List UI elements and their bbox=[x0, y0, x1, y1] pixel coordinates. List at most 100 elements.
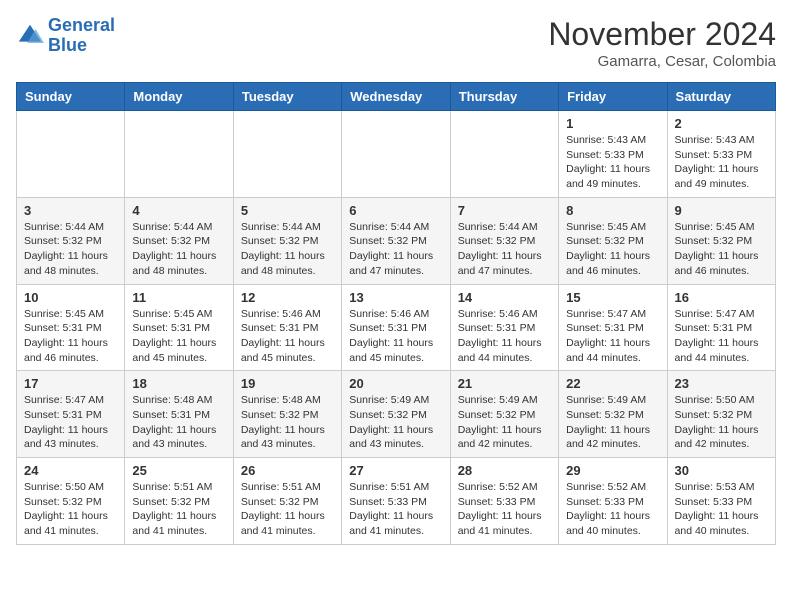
calendar-cell: 30 Sunrise: 5:53 AM Sunset: 5:33 PM Dayli… bbox=[667, 458, 775, 545]
calendar-cell: 28 Sunrise: 5:52 AM Sunset: 5:33 PM Dayli… bbox=[450, 458, 558, 545]
calendar-cell: 26 Sunrise: 5:51 AM Sunset: 5:32 PM Dayli… bbox=[233, 458, 341, 545]
calendar-cell: 12Sunrise: 5:46 AM Sunset: 5:31 PM Dayli… bbox=[233, 284, 341, 371]
day-number: 1 bbox=[566, 116, 659, 131]
day-number: 3 bbox=[24, 203, 117, 218]
day-number: 28 bbox=[458, 463, 551, 478]
weekday-header-sunday: Sunday bbox=[17, 83, 125, 111]
day-info: Sunrise: 5:44 AM Sunset: 5:32 PM Dayligh… bbox=[24, 220, 117, 279]
day-info: Sunrise: 5:47 AM Sunset: 5:31 PM Dayligh… bbox=[566, 307, 659, 366]
day-number: 27 bbox=[349, 463, 442, 478]
day-info: Sunrise: 5:53 AM Sunset: 5:33 PM Dayligh… bbox=[675, 480, 768, 539]
day-number: 17 bbox=[24, 376, 117, 391]
calendar-cell: 14 Sunrise: 5:46 AM Sunset: 5:31 PM Dayli… bbox=[450, 284, 558, 371]
logo-icon bbox=[16, 22, 44, 50]
calendar-cell: 15Sunrise: 5:47 AM Sunset: 5:31 PM Dayli… bbox=[559, 284, 667, 371]
calendar-cell: 7 Sunrise: 5:44 AM Sunset: 5:32 PM Daylig… bbox=[450, 197, 558, 284]
calendar-week-5: 24 Sunrise: 5:50 AM Sunset: 5:32 PM Dayli… bbox=[17, 458, 776, 545]
logo-line1: General bbox=[48, 15, 115, 35]
day-info: Sunrise: 5:43 AM Sunset: 5:33 PM Dayligh… bbox=[566, 133, 659, 192]
calendar-cell: 27 Sunrise: 5:51 AM Sunset: 5:33 PM Dayli… bbox=[342, 458, 450, 545]
calendar-week-4: 17 Sunrise: 5:47 AM Sunset: 5:31 PM Dayli… bbox=[17, 371, 776, 458]
calendar-cell bbox=[125, 111, 233, 198]
logo-text: General Blue bbox=[48, 16, 115, 56]
day-info: Sunrise: 5:46 AM Sunset: 5:31 PM Dayligh… bbox=[458, 307, 551, 366]
calendar-cell: 13Sunrise: 5:46 AM Sunset: 5:31 PM Dayli… bbox=[342, 284, 450, 371]
day-number: 20 bbox=[349, 376, 442, 391]
calendar-cell: 23 Sunrise: 5:50 AM Sunset: 5:32 PM Dayli… bbox=[667, 371, 775, 458]
day-info: Sunrise: 5:48 AM Sunset: 5:32 PM Dayligh… bbox=[241, 393, 334, 452]
month-title: November 2024 bbox=[548, 16, 776, 53]
day-info: Sunrise: 5:44 AM Sunset: 5:32 PM Dayligh… bbox=[458, 220, 551, 279]
day-info: Sunrise: 5:51 AM Sunset: 5:32 PM Dayligh… bbox=[241, 480, 334, 539]
day-info: Sunrise: 5:50 AM Sunset: 5:32 PM Dayligh… bbox=[24, 480, 117, 539]
calendar-cell: 22Sunrise: 5:49 AM Sunset: 5:32 PM Dayli… bbox=[559, 371, 667, 458]
day-info: Sunrise: 5:45 AM Sunset: 5:31 PM Dayligh… bbox=[24, 307, 117, 366]
day-info: Sunrise: 5:47 AM Sunset: 5:31 PM Dayligh… bbox=[24, 393, 117, 452]
calendar-cell: 16Sunrise: 5:47 AM Sunset: 5:31 PM Dayli… bbox=[667, 284, 775, 371]
calendar-cell: 1 Sunrise: 5:43 AM Sunset: 5:33 PM Daylig… bbox=[559, 111, 667, 198]
calendar-cell: 20 Sunrise: 5:49 AM Sunset: 5:32 PM Dayli… bbox=[342, 371, 450, 458]
calendar-cell: 2Sunrise: 5:43 AM Sunset: 5:33 PM Daylig… bbox=[667, 111, 775, 198]
day-info: Sunrise: 5:45 AM Sunset: 5:31 PM Dayligh… bbox=[132, 307, 225, 366]
day-number: 24 bbox=[24, 463, 117, 478]
calendar-cell: 6 Sunrise: 5:44 AM Sunset: 5:32 PM Daylig… bbox=[342, 197, 450, 284]
day-number: 22 bbox=[566, 376, 659, 391]
weekday-header-saturday: Saturday bbox=[667, 83, 775, 111]
day-number: 9 bbox=[675, 203, 768, 218]
day-number: 19 bbox=[241, 376, 334, 391]
calendar-cell bbox=[17, 111, 125, 198]
day-number: 10 bbox=[24, 290, 117, 305]
day-info: Sunrise: 5:45 AM Sunset: 5:32 PM Dayligh… bbox=[675, 220, 768, 279]
location: Gamarra, Cesar, Colombia bbox=[548, 53, 776, 70]
day-number: 7 bbox=[458, 203, 551, 218]
day-info: Sunrise: 5:46 AM Sunset: 5:31 PM Dayligh… bbox=[349, 307, 442, 366]
logo-line2: Blue bbox=[48, 35, 87, 55]
day-number: 18 bbox=[132, 376, 225, 391]
calendar-cell: 24 Sunrise: 5:50 AM Sunset: 5:32 PM Dayli… bbox=[17, 458, 125, 545]
day-info: Sunrise: 5:44 AM Sunset: 5:32 PM Dayligh… bbox=[349, 220, 442, 279]
calendar-cell: 25 Sunrise: 5:51 AM Sunset: 5:32 PM Dayli… bbox=[125, 458, 233, 545]
day-number: 30 bbox=[675, 463, 768, 478]
day-info: Sunrise: 5:51 AM Sunset: 5:33 PM Dayligh… bbox=[349, 480, 442, 539]
weekday-header-thursday: Thursday bbox=[450, 83, 558, 111]
day-number: 23 bbox=[675, 376, 768, 391]
calendar-cell: 21 Sunrise: 5:49 AM Sunset: 5:32 PM Dayli… bbox=[450, 371, 558, 458]
day-info: Sunrise: 5:50 AM Sunset: 5:32 PM Dayligh… bbox=[675, 393, 768, 452]
calendar-cell: 29 Sunrise: 5:52 AM Sunset: 5:33 PM Dayli… bbox=[559, 458, 667, 545]
day-info: Sunrise: 5:51 AM Sunset: 5:32 PM Dayligh… bbox=[132, 480, 225, 539]
weekday-header-wednesday: Wednesday bbox=[342, 83, 450, 111]
day-number: 25 bbox=[132, 463, 225, 478]
day-info: Sunrise: 5:46 AM Sunset: 5:31 PM Dayligh… bbox=[241, 307, 334, 366]
day-number: 14 bbox=[458, 290, 551, 305]
day-number: 29 bbox=[566, 463, 659, 478]
day-number: 21 bbox=[458, 376, 551, 391]
day-number: 5 bbox=[241, 203, 334, 218]
day-number: 2 bbox=[675, 116, 768, 131]
calendar-cell: 5 Sunrise: 5:44 AM Sunset: 5:32 PM Daylig… bbox=[233, 197, 341, 284]
weekday-header-friday: Friday bbox=[559, 83, 667, 111]
day-info: Sunrise: 5:44 AM Sunset: 5:32 PM Dayligh… bbox=[132, 220, 225, 279]
day-info: Sunrise: 5:52 AM Sunset: 5:33 PM Dayligh… bbox=[566, 480, 659, 539]
day-info: Sunrise: 5:49 AM Sunset: 5:32 PM Dayligh… bbox=[458, 393, 551, 452]
day-info: Sunrise: 5:49 AM Sunset: 5:32 PM Dayligh… bbox=[349, 393, 442, 452]
calendar-cell: 18Sunrise: 5:48 AM Sunset: 5:31 PM Dayli… bbox=[125, 371, 233, 458]
logo: General Blue bbox=[16, 16, 115, 56]
calendar-cell bbox=[450, 111, 558, 198]
day-info: Sunrise: 5:47 AM Sunset: 5:31 PM Dayligh… bbox=[675, 307, 768, 366]
day-number: 6 bbox=[349, 203, 442, 218]
calendar-week-3: 10 Sunrise: 5:45 AM Sunset: 5:31 PM Dayli… bbox=[17, 284, 776, 371]
day-number: 8 bbox=[566, 203, 659, 218]
day-info: Sunrise: 5:45 AM Sunset: 5:32 PM Dayligh… bbox=[566, 220, 659, 279]
calendar-cell: 11 Sunrise: 5:45 AM Sunset: 5:31 PM Dayli… bbox=[125, 284, 233, 371]
weekday-header-tuesday: Tuesday bbox=[233, 83, 341, 111]
day-number: 11 bbox=[132, 290, 225, 305]
day-info: Sunrise: 5:44 AM Sunset: 5:32 PM Dayligh… bbox=[241, 220, 334, 279]
calendar-cell bbox=[233, 111, 341, 198]
day-info: Sunrise: 5:52 AM Sunset: 5:33 PM Dayligh… bbox=[458, 480, 551, 539]
day-number: 26 bbox=[241, 463, 334, 478]
calendar-header-row: SundayMondayTuesdayWednesdayThursdayFrid… bbox=[17, 83, 776, 111]
day-number: 4 bbox=[132, 203, 225, 218]
calendar-table: SundayMondayTuesdayWednesdayThursdayFrid… bbox=[16, 82, 776, 545]
calendar-week-1: 1 Sunrise: 5:43 AM Sunset: 5:33 PM Daylig… bbox=[17, 111, 776, 198]
calendar-cell: 8 Sunrise: 5:45 AM Sunset: 5:32 PM Daylig… bbox=[559, 197, 667, 284]
